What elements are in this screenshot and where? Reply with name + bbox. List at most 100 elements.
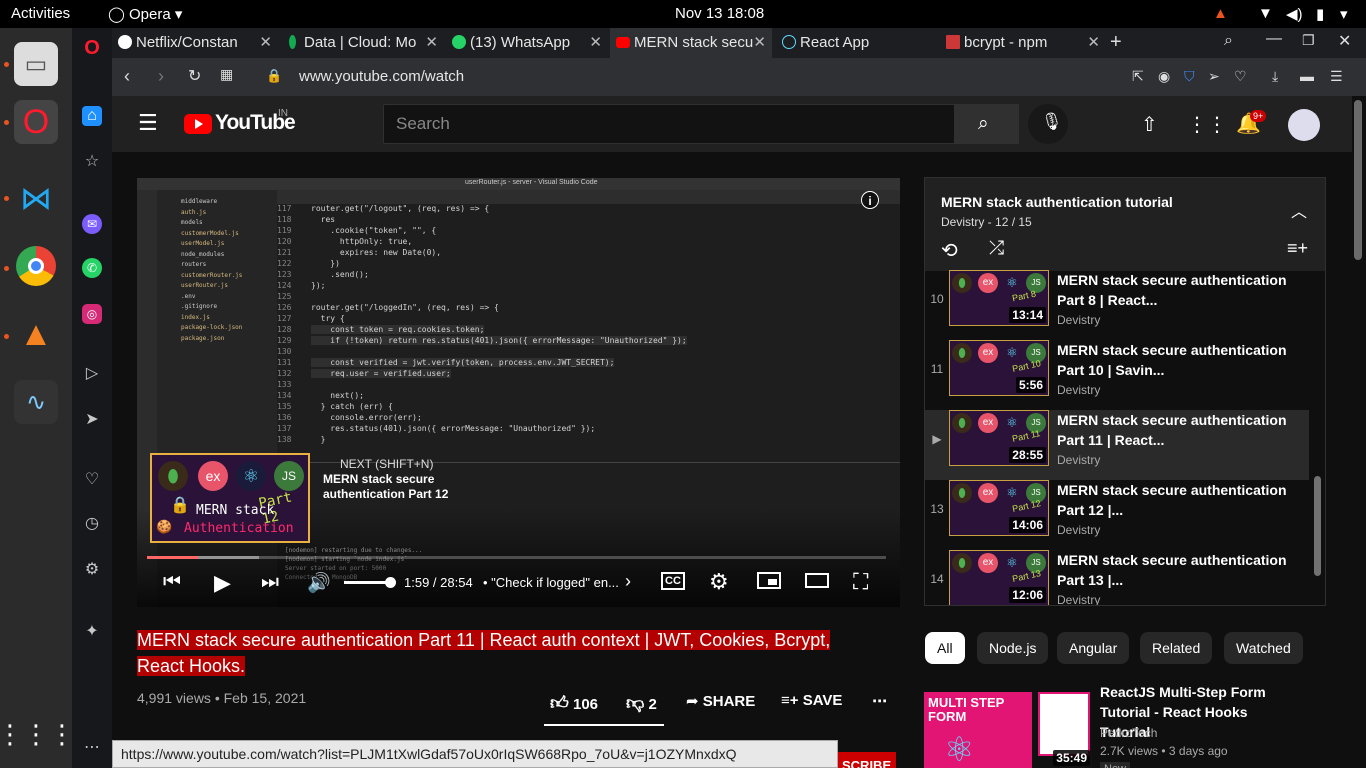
playlist-item[interactable]: 14 ⬮ ex ⚛ JS Part 13 12:06 MERN stack secure au…	[925, 550, 1309, 605]
settings-gear-icon[interactable]: ⚙	[82, 560, 102, 580]
opera-menu-icon[interactable]: O	[82, 38, 102, 58]
loop-icon[interactable]: ⟲	[941, 238, 958, 263]
close-icon[interactable]: ✕	[425, 33, 438, 51]
history-clock-icon[interactable]: ◷	[82, 514, 102, 534]
vscode-icon[interactable]: ⋈	[14, 176, 58, 220]
close-icon[interactable]: ✕	[259, 33, 272, 51]
chip-watched[interactable]: Watched	[1224, 632, 1303, 664]
files-icon[interactable]: ▭	[14, 42, 58, 86]
search-input[interactable]: Search	[383, 104, 955, 144]
snapshot-camera-icon[interactable]: ◉	[1158, 68, 1170, 85]
chapter-title[interactable]: • "Check if logged" en...	[483, 575, 618, 590]
hamburger-menu-icon[interactable]: ☰	[138, 110, 158, 136]
collapse-chevron-icon[interactable]: ︿	[1291, 198, 1307, 222]
settings-icon[interactable]: ⚙	[709, 569, 729, 595]
page-scrollbar[interactable]	[1354, 100, 1362, 260]
vpn-shield-icon[interactable]: ⛉	[1184, 68, 1195, 85]
tab-react-app[interactable]: React App	[776, 28, 938, 58]
next-video-card[interactable]: ⬮ ex ⚛ JS Part 12 🔒 MERN stack 🍪 Authent…	[150, 453, 462, 543]
restore-window-icon[interactable]: ❐	[1302, 32, 1315, 49]
battery-icon[interactable]: ▮	[1316, 5, 1324, 23]
tips-bulb-icon[interactable]: ✦	[82, 622, 102, 642]
chrome-icon[interactable]	[14, 244, 58, 288]
app-menu[interactable]: ◯ Opera ▾	[108, 5, 182, 23]
theater-mode-icon[interactable]	[805, 573, 829, 588]
avatar[interactable]	[1288, 109, 1320, 141]
playlist-item[interactable]: 13 ⬮ ex ⚛ JS Part 12 14:06 MERN stack secure au…	[925, 480, 1309, 550]
tab-mongodb[interactable]: Data | Cloud: Mo ✕	[280, 28, 444, 58]
chip-nodejs[interactable]: Node.js	[977, 632, 1049, 664]
whatsapp-icon[interactable]: ✆	[82, 258, 102, 278]
url-field[interactable]: www.youtube.com/watch	[299, 68, 464, 85]
playlist-item[interactable]: 10 ⬮ ex ⚛ JS Part 8 13:14 MERN stack secure aut…	[925, 270, 1309, 340]
show-apps-icon[interactable]: ⋮⋮⋮	[0, 712, 75, 756]
info-icon[interactable]: i	[861, 191, 879, 209]
player-icon[interactable]: ▷	[82, 364, 102, 384]
clock[interactable]: Nov 13 18:08	[675, 5, 764, 22]
send-flow-icon[interactable]: ➢	[1208, 68, 1220, 85]
close-icon[interactable]: ✕	[753, 33, 766, 51]
tab-search-icon[interactable]: ⌕	[1224, 32, 1233, 50]
downloads-icon[interactable]: ⤓	[1272, 68, 1278, 85]
tab-bcrypt-npm[interactable]: bcrypt - npm ✕	[940, 28, 1106, 58]
new-tab-button[interactable]: +	[1110, 31, 1122, 54]
like-button[interactable]: 👍︎ 106	[550, 692, 598, 714]
voice-search-button[interactable]: 🎙	[1028, 104, 1068, 144]
tab-youtube-active[interactable]: MERN stack secu ✕	[610, 28, 772, 58]
playlist-title[interactable]: MERN stack authentication tutorial	[941, 194, 1173, 210]
easy-setup-icon[interactable]: ☰	[1330, 68, 1343, 85]
subscribe-button[interactable]: SCRIBE	[838, 752, 896, 768]
playlist-scrollbar[interactable]	[1314, 476, 1321, 576]
vlc-tray-icon[interactable]: ▲	[1213, 5, 1228, 22]
dislike-button[interactable]: 👎︎ 2	[626, 692, 657, 714]
vlc-icon[interactable]: ▲	[14, 312, 58, 356]
close-icon[interactable]: ✕	[1087, 33, 1100, 51]
playlist-item[interactable]: 11 ⬮ ex ⚛ JS Part 10 5:56 MERN stack secure aut…	[925, 340, 1309, 410]
bookmark-heart-icon[interactable]: ♡	[1234, 68, 1247, 85]
battery-saver-icon[interactable]: ▬	[1300, 68, 1314, 84]
instagram-icon[interactable]: ◎	[82, 304, 102, 324]
close-window-icon[interactable]: ✕	[1338, 31, 1351, 51]
more-dots-icon[interactable]: ⋯	[82, 738, 102, 758]
progress-bar[interactable]	[147, 556, 886, 559]
power-menu-icon[interactable]: ▾	[1340, 5, 1348, 23]
tab-grid-icon[interactable]: ▦	[220, 66, 233, 83]
share-button[interactable]: ➦ SHARE	[686, 692, 755, 710]
chip-angular[interactable]: Angular	[1057, 632, 1130, 664]
youtube-logo-icon[interactable]	[184, 114, 212, 134]
home-icon[interactable]: ⌂	[82, 106, 102, 126]
upload-icon[interactable]: ⇧	[1141, 112, 1158, 137]
shuffle-icon[interactable]: ⤮	[989, 238, 1004, 260]
tab-netflix[interactable]: Netflix/Constan ✕	[112, 28, 278, 58]
tab-whatsapp[interactable]: (13) WhatsApp ✕	[446, 28, 608, 58]
previous-icon[interactable]: ⏮	[163, 571, 181, 594]
reload-icon[interactable]: ↻	[188, 66, 201, 86]
activities-button[interactable]: Activities	[11, 5, 70, 22]
miniplayer-icon[interactable]	[757, 572, 781, 589]
close-icon[interactable]: ✕	[589, 33, 602, 51]
forward-icon[interactable]: ›	[158, 66, 164, 87]
messenger-icon[interactable]: ✉	[82, 214, 102, 234]
search-button[interactable]: ⌕	[955, 104, 1019, 144]
save-button[interactable]: ≡+ SAVE	[781, 692, 842, 709]
next-icon[interactable]: ⏭	[261, 571, 279, 594]
captions-icon[interactable]: CC	[661, 572, 685, 590]
recommended-channel[interactable]: PedroTech	[1100, 726, 1157, 740]
bookmarks-heart-icon[interactable]: ♡	[82, 470, 102, 490]
fullscreen-icon[interactable]: ⛶	[853, 569, 868, 595]
apps-grid-icon[interactable]: ⋮⋮	[1187, 112, 1227, 137]
back-icon[interactable]: ‹	[124, 66, 130, 87]
playlist-item[interactable]: ▶ ⬮ ex ⚛ JS Part 11 28:55 MERN stack secure aut…	[925, 410, 1309, 480]
send-icon[interactable]: ➤	[82, 410, 102, 430]
minimize-window-icon[interactable]: —	[1266, 30, 1282, 48]
play-icon[interactable]: ▶	[214, 570, 231, 596]
chapter-chevron-icon[interactable]: ›	[625, 571, 631, 592]
save-playlist-icon[interactable]: ≡+	[1287, 238, 1308, 259]
volume-icon[interactable]: ◀)	[1286, 5, 1303, 23]
chip-all[interactable]: All	[925, 632, 965, 664]
recommended-thumbnail[interactable]: MULTI STEP FORM ⚛ 35:49	[924, 692, 1092, 768]
volume-slider[interactable]	[344, 577, 396, 588]
system-monitor-icon[interactable]: ∿	[14, 380, 58, 424]
share-page-icon[interactable]: ⇱	[1132, 68, 1144, 85]
wifi-icon[interactable]: ▼	[1258, 5, 1273, 22]
